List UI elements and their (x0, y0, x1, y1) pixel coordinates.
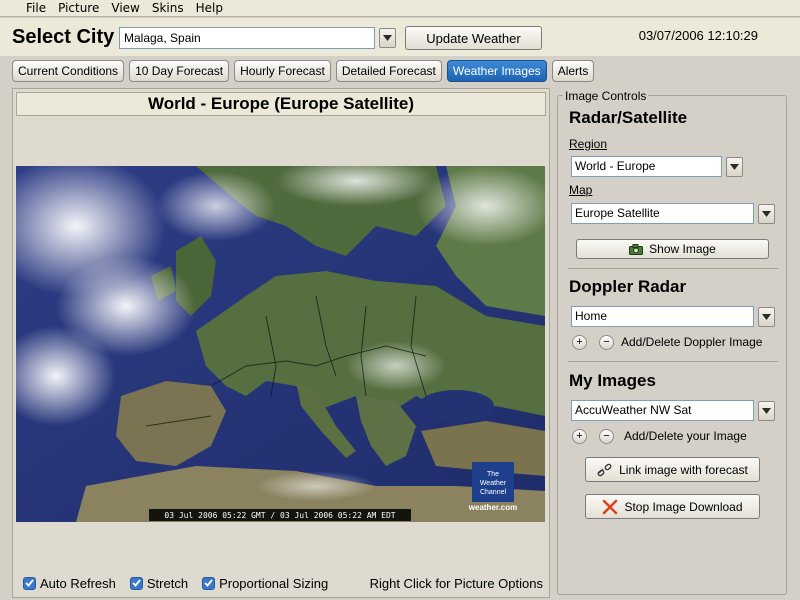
menu-skins[interactable]: Skins (152, 1, 184, 15)
auto-refresh-label: Auto Refresh (40, 575, 116, 591)
minus-icon: − (603, 430, 610, 442)
tab-current-conditions[interactable]: Current Conditions (12, 60, 125, 82)
tab-10-day-forecast[interactable]: 10 Day Forecast (129, 60, 230, 82)
region-dropdown-button[interactable] (726, 157, 743, 177)
my-images-select[interactable]: AccuWeather NW Sat (571, 400, 754, 421)
stop-image-download-label: Stop Image Download (624, 499, 743, 514)
map-dropdown-button[interactable] (758, 204, 775, 224)
proportional-sizing-option[interactable]: Proportional Sizing (202, 576, 328, 591)
map-label: Map (569, 183, 593, 197)
picture-options-hint: Right Click for Picture Options (369, 575, 543, 591)
tab-bar: Current Conditions 10 Day Forecast Hourl… (12, 60, 599, 82)
stretch-label: Stretch (146, 575, 189, 591)
image-timestamp: 03 Jul 2006 05:22 GMT / 03 Jul 2006 05:2… (164, 511, 395, 520)
my-images-title: My Images (569, 371, 656, 390)
menu-help[interactable]: Help (196, 1, 223, 15)
chevron-down-icon (383, 35, 392, 41)
proportional-sizing-label: Proportional Sizing (219, 575, 329, 591)
auto-refresh-checkbox[interactable] (23, 576, 36, 590)
stretch-checkbox[interactable] (129, 576, 143, 590)
chevron-down-icon (762, 211, 771, 217)
plus-icon: + (576, 336, 583, 348)
add-delete-my-image-label: Add/Delete your Image (624, 429, 747, 443)
show-image-button[interactable]: Show Image (576, 239, 769, 259)
city-dropdown-button[interactable] (379, 28, 396, 48)
chevron-down-icon (730, 164, 739, 170)
divider (568, 268, 778, 269)
show-image-label: Show Image (649, 242, 716, 256)
region-select[interactable]: World - Europe (571, 156, 722, 177)
check-icon (132, 579, 141, 587)
image-title: World - Europe (Europe Satellite) (16, 92, 546, 116)
doppler-select[interactable]: Home (571, 306, 754, 327)
add-my-image-button[interactable]: + (572, 429, 587, 444)
link-icon (597, 463, 613, 477)
add-doppler-button[interactable]: + (572, 335, 587, 350)
image-panel: World - Europe (Europe Satellite) The We… (12, 88, 550, 598)
chevron-down-icon (762, 408, 771, 414)
stop-image-download-button[interactable]: Stop Image Download (585, 494, 760, 519)
satellite-image[interactable]: The Weather Channel weather.com 03 Jul 2… (16, 166, 545, 522)
chevron-down-icon (762, 314, 771, 320)
check-icon (25, 579, 34, 587)
logo-line-1: The (487, 471, 499, 478)
plus-icon: + (576, 430, 583, 442)
region-label: Region (569, 137, 608, 151)
auto-refresh-option[interactable]: Auto Refresh (23, 576, 116, 591)
doppler-radar-title: Doppler Radar (569, 277, 687, 296)
tab-hourly-forecast[interactable]: Hourly Forecast (234, 60, 331, 82)
camera-icon (629, 243, 644, 255)
close-icon (602, 499, 618, 515)
logo-site: weather.com (468, 503, 517, 512)
doppler-dropdown-button[interactable] (758, 307, 775, 327)
tab-weather-images[interactable]: Weather Images (446, 60, 547, 82)
city-input[interactable]: Malaga, Spain (119, 27, 375, 49)
menu-bar: File Picture View Skins Help (0, 0, 800, 17)
update-weather-button[interactable]: Update Weather (405, 26, 542, 50)
check-icon (204, 579, 213, 587)
image-controls-group: Image Controls Radar/Satellite Region Wo… (557, 89, 787, 595)
radar-satellite-title: Radar/Satellite (569, 108, 688, 127)
link-image-forecast-button[interactable]: Link image with forecast (585, 457, 760, 482)
proportional-sizing-checkbox[interactable] (202, 576, 216, 590)
city-toolbar: Select City Malaga, Spain Update Weather… (0, 18, 800, 56)
link-image-forecast-label: Link image with forecast (619, 462, 748, 477)
tab-alerts[interactable]: Alerts (551, 60, 595, 82)
select-city-title: Select City (12, 26, 115, 48)
delete-my-image-button[interactable]: − (599, 429, 614, 444)
menu-view[interactable]: View (111, 1, 139, 15)
picture-options: Auto Refresh Stretch Proportional Sizing… (23, 574, 543, 592)
tab-detailed-forecast[interactable]: Detailed Forecast (335, 60, 442, 82)
add-delete-doppler-label: Add/Delete Doppler Image (621, 335, 763, 349)
my-images-dropdown-button[interactable] (758, 401, 775, 421)
divider (568, 361, 778, 362)
menu-picture[interactable]: Picture (58, 1, 99, 15)
stretch-option[interactable]: Stretch (129, 575, 189, 591)
minus-icon: − (603, 336, 610, 348)
logo-line-3: Channel (480, 489, 507, 496)
map-select[interactable]: Europe Satellite (571, 203, 754, 224)
logo-line-2: Weather (480, 480, 507, 487)
image-controls-legend: Image Controls (563, 89, 649, 103)
delete-doppler-button[interactable]: − (599, 335, 614, 350)
menu-file[interactable]: File (26, 1, 46, 15)
current-datetime: 03/07/2006 12:10:29 (638, 28, 758, 43)
